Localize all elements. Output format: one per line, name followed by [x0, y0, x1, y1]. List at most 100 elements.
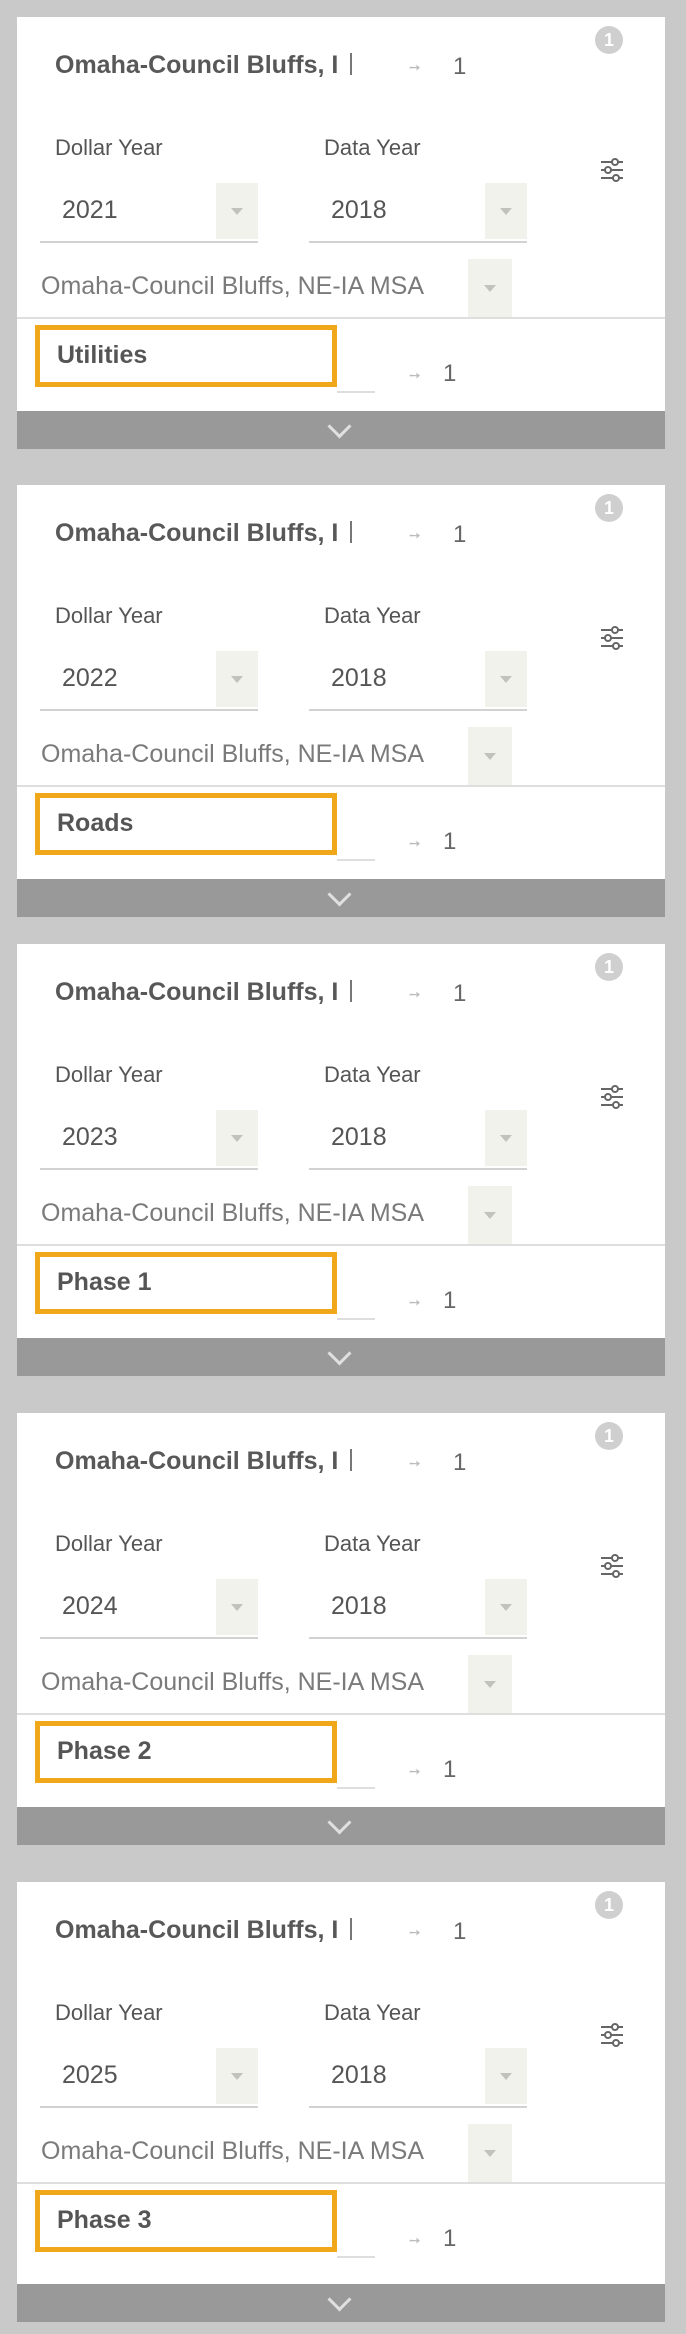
- divider: [17, 1244, 665, 1246]
- dollar-year-select[interactable]: 2025: [40, 2046, 258, 2108]
- dropdown-arrow-icon[interactable]: [468, 1655, 512, 1713]
- title-overflow-bar: [350, 980, 352, 1002]
- dollar-year-value: 2023: [62, 1123, 118, 1151]
- expand-bar[interactable]: [17, 411, 665, 449]
- title-overflow-bar: [350, 53, 352, 75]
- filter-sliders-icon[interactable]: [599, 1553, 625, 1579]
- divider: [17, 1713, 665, 1715]
- pin-icon[interactable]: ➚: [405, 1922, 425, 1942]
- region-select-value[interactable]: Omaha-Council Bluffs, NE-IA MSA: [41, 1668, 519, 1697]
- dropdown-arrow-icon[interactable]: [216, 1579, 258, 1635]
- pin-icon[interactable]: ➚: [405, 525, 425, 545]
- filter-sliders-icon[interactable]: [599, 625, 625, 651]
- item-count: 1: [443, 1756, 457, 1783]
- info-icon[interactable]: 1: [595, 1422, 623, 1450]
- card-title[interactable]: Omaha-Council Bluffs, I: [55, 519, 351, 548]
- dropdown-arrow-icon[interactable]: [468, 727, 512, 785]
- pin-icon[interactable]: ➚: [405, 2230, 425, 2250]
- dollar-year-select[interactable]: 2023: [40, 1108, 258, 1170]
- dropdown-arrow-icon[interactable]: [468, 1186, 512, 1244]
- dropdown-arrow-icon[interactable]: [485, 2048, 527, 2104]
- region-select-value[interactable]: Omaha-Council Bluffs, NE-IA MSA: [41, 1199, 519, 1228]
- item-underline: [337, 1787, 375, 1789]
- info-icon[interactable]: 1: [595, 494, 623, 522]
- title-count: 1: [453, 1918, 467, 1945]
- pin-icon[interactable]: ➚: [405, 57, 425, 77]
- pin-icon[interactable]: ➚: [405, 1292, 425, 1312]
- data-year-value: 2018: [331, 196, 387, 224]
- chevron-down-icon: [327, 1341, 352, 1366]
- item-label-highlighted[interactable]: Utilities: [35, 325, 337, 387]
- region-select-value[interactable]: Omaha-Council Bluffs, NE-IA MSA: [41, 2137, 519, 2166]
- dropdown-arrow-icon[interactable]: [216, 1110, 258, 1166]
- dashboard-card: Omaha-Council Bluffs, I ➚ 1 1 Dollar Yea…: [17, 1882, 665, 2322]
- dropdown-arrow-icon[interactable]: [468, 2124, 512, 2182]
- card-title[interactable]: Omaha-Council Bluffs, I: [55, 1447, 351, 1476]
- dropdown-arrow-icon[interactable]: [485, 183, 527, 239]
- dropdown-arrow-icon[interactable]: [216, 183, 258, 239]
- dollar-year-value: 2021: [62, 196, 118, 224]
- info-icon[interactable]: 1: [595, 953, 623, 981]
- pin-icon[interactable]: ➚: [405, 833, 425, 853]
- card-title[interactable]: Omaha-Council Bluffs, I: [55, 978, 351, 1007]
- title-count: 1: [453, 980, 467, 1007]
- data-year-value: 2018: [331, 664, 387, 692]
- dropdown-arrow-icon[interactable]: [216, 651, 258, 707]
- card-title[interactable]: Omaha-Council Bluffs, I: [55, 51, 351, 80]
- expand-bar[interactable]: [17, 1807, 665, 1845]
- dollar-year-select[interactable]: 2022: [40, 649, 258, 711]
- title-count: 1: [453, 1449, 467, 1476]
- pin-icon[interactable]: ➚: [405, 365, 425, 385]
- item-count: 1: [443, 360, 457, 387]
- item-underline: [337, 859, 375, 861]
- item-count: 1: [443, 828, 457, 855]
- expand-bar[interactable]: [17, 2284, 665, 2322]
- data-year-label: Data Year: [324, 1062, 421, 1087]
- info-icon[interactable]: 1: [595, 26, 623, 54]
- dollar-year-select[interactable]: 2024: [40, 1577, 258, 1639]
- dropdown-arrow-icon[interactable]: [485, 1579, 527, 1635]
- item-label-highlighted[interactable]: Phase 2: [35, 1721, 337, 1783]
- info-icon[interactable]: 1: [595, 1891, 623, 1919]
- item-underline: [337, 2256, 375, 2258]
- dropdown-arrow-icon[interactable]: [216, 2048, 258, 2104]
- dollar-year-value: 2022: [62, 664, 118, 692]
- data-year-select[interactable]: 2018: [309, 649, 527, 711]
- data-year-select[interactable]: 2018: [309, 181, 527, 243]
- item-underline: [337, 391, 375, 393]
- item-label-highlighted[interactable]: Phase 1: [35, 1252, 337, 1314]
- item-label-highlighted[interactable]: Phase 3: [35, 2190, 337, 2252]
- dollar-year-select[interactable]: 2021: [40, 181, 258, 243]
- dollar-year-label: Dollar Year: [55, 1062, 163, 1087]
- title-overflow-bar: [350, 1918, 352, 1940]
- expand-bar[interactable]: [17, 1338, 665, 1376]
- item-count: 1: [443, 2225, 457, 2252]
- region-select-value[interactable]: Omaha-Council Bluffs, NE-IA MSA: [41, 740, 519, 769]
- filter-sliders-icon[interactable]: [599, 2022, 625, 2048]
- dollar-year-label: Dollar Year: [55, 2000, 163, 2025]
- region-select-value[interactable]: Omaha-Council Bluffs, NE-IA MSA: [41, 272, 519, 301]
- item-underline: [337, 1318, 375, 1320]
- filter-sliders-icon[interactable]: [599, 157, 625, 183]
- pin-icon[interactable]: ➚: [405, 1453, 425, 1473]
- data-year-label: Data Year: [324, 603, 421, 628]
- dropdown-arrow-icon[interactable]: [485, 1110, 527, 1166]
- pin-icon[interactable]: ➚: [405, 1761, 425, 1781]
- card-title[interactable]: Omaha-Council Bluffs, I: [55, 1916, 351, 1945]
- data-year-label: Data Year: [324, 2000, 421, 2025]
- chevron-down-icon: [327, 414, 352, 439]
- expand-bar[interactable]: [17, 879, 665, 917]
- data-year-select[interactable]: 2018: [309, 2046, 527, 2108]
- dollar-year-value: 2024: [62, 1592, 118, 1620]
- item-label-highlighted[interactable]: Roads: [35, 793, 337, 855]
- chevron-down-icon: [327, 882, 352, 907]
- pin-icon[interactable]: ➚: [405, 984, 425, 1004]
- data-year-value: 2018: [331, 2061, 387, 2089]
- data-year-select[interactable]: 2018: [309, 1108, 527, 1170]
- divider: [17, 785, 665, 787]
- data-year-select[interactable]: 2018: [309, 1577, 527, 1639]
- filter-sliders-icon[interactable]: [599, 1084, 625, 1110]
- dropdown-arrow-icon[interactable]: [485, 651, 527, 707]
- dollar-year-label: Dollar Year: [55, 135, 163, 160]
- dropdown-arrow-icon[interactable]: [468, 259, 512, 317]
